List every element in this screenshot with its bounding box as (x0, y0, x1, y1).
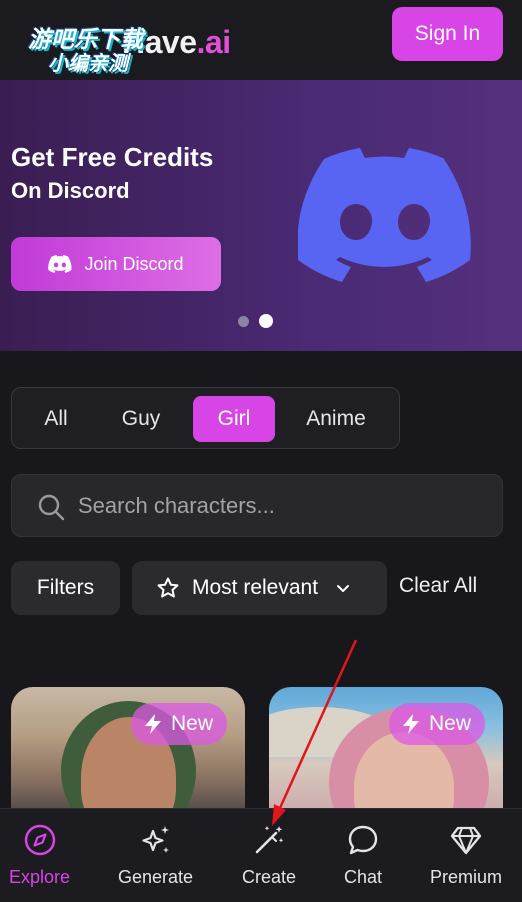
app-header: Have.ai 游吧乐下载 小编亲测 Sign In (0, 0, 522, 80)
nav-explore[interactable]: Explore (9, 823, 70, 888)
nav-chat[interactable]: Chat (344, 823, 382, 888)
watermark-line-2: 小编亲测 (48, 53, 128, 75)
tab-girl[interactable]: Girl (193, 396, 275, 442)
compass-icon (24, 824, 55, 856)
chevron-down-icon (337, 585, 350, 592)
search-bar (11, 474, 503, 537)
nav-create[interactable]: Create (242, 823, 296, 888)
bottom-nav: Explore Generate Create Chat Premium (0, 808, 522, 902)
lightning-icon (144, 714, 161, 734)
carousel-dot-active[interactable] (259, 314, 273, 328)
banner-title: Get Free Credits (11, 142, 214, 172)
logo[interactable]: Have.ai 游吧乐下载 小编亲测 (10, 10, 250, 75)
sort-label: Most relevant (192, 576, 319, 599)
carousel-dots (238, 314, 273, 328)
magic-wand-icon (255, 826, 284, 854)
character-card[interactable]: New (269, 687, 503, 827)
join-discord-button[interactable]: Join Discord (11, 237, 221, 291)
tab-anime[interactable]: Anime (294, 396, 378, 442)
clear-all-link[interactable]: Clear All (399, 574, 477, 598)
search-icon (38, 494, 65, 521)
diamond-icon (450, 826, 482, 855)
tab-guy[interactable]: Guy (108, 396, 174, 442)
new-badge: New (130, 703, 227, 745)
search-input[interactable] (78, 487, 488, 525)
star-icon (157, 577, 179, 598)
banner-subtitle: On Discord (11, 178, 130, 203)
discord-icon (48, 255, 72, 273)
nav-premium[interactable]: Premium (430, 823, 502, 888)
filters-button[interactable]: Filters (11, 561, 120, 615)
discord-promo-banner[interactable]: Get Free Credits On Discord Join Discord (0, 80, 522, 351)
tab-all[interactable]: All (26, 396, 86, 442)
sort-dropdown[interactable]: Most relevant (132, 561, 387, 615)
sign-in-button[interactable]: Sign In (392, 7, 503, 61)
new-badge: New (388, 703, 485, 745)
character-card[interactable]: New (11, 687, 245, 827)
sparkles-icon (141, 826, 169, 853)
lightning-icon (402, 714, 419, 734)
category-tabs: All Guy Girl Anime (11, 387, 400, 449)
discord-logo-icon (298, 148, 471, 282)
carousel-dot[interactable] (238, 315, 249, 327)
nav-generate[interactable]: Generate (118, 823, 193, 888)
chat-bubble-icon (348, 825, 378, 855)
join-discord-label: Join Discord (84, 253, 184, 274)
